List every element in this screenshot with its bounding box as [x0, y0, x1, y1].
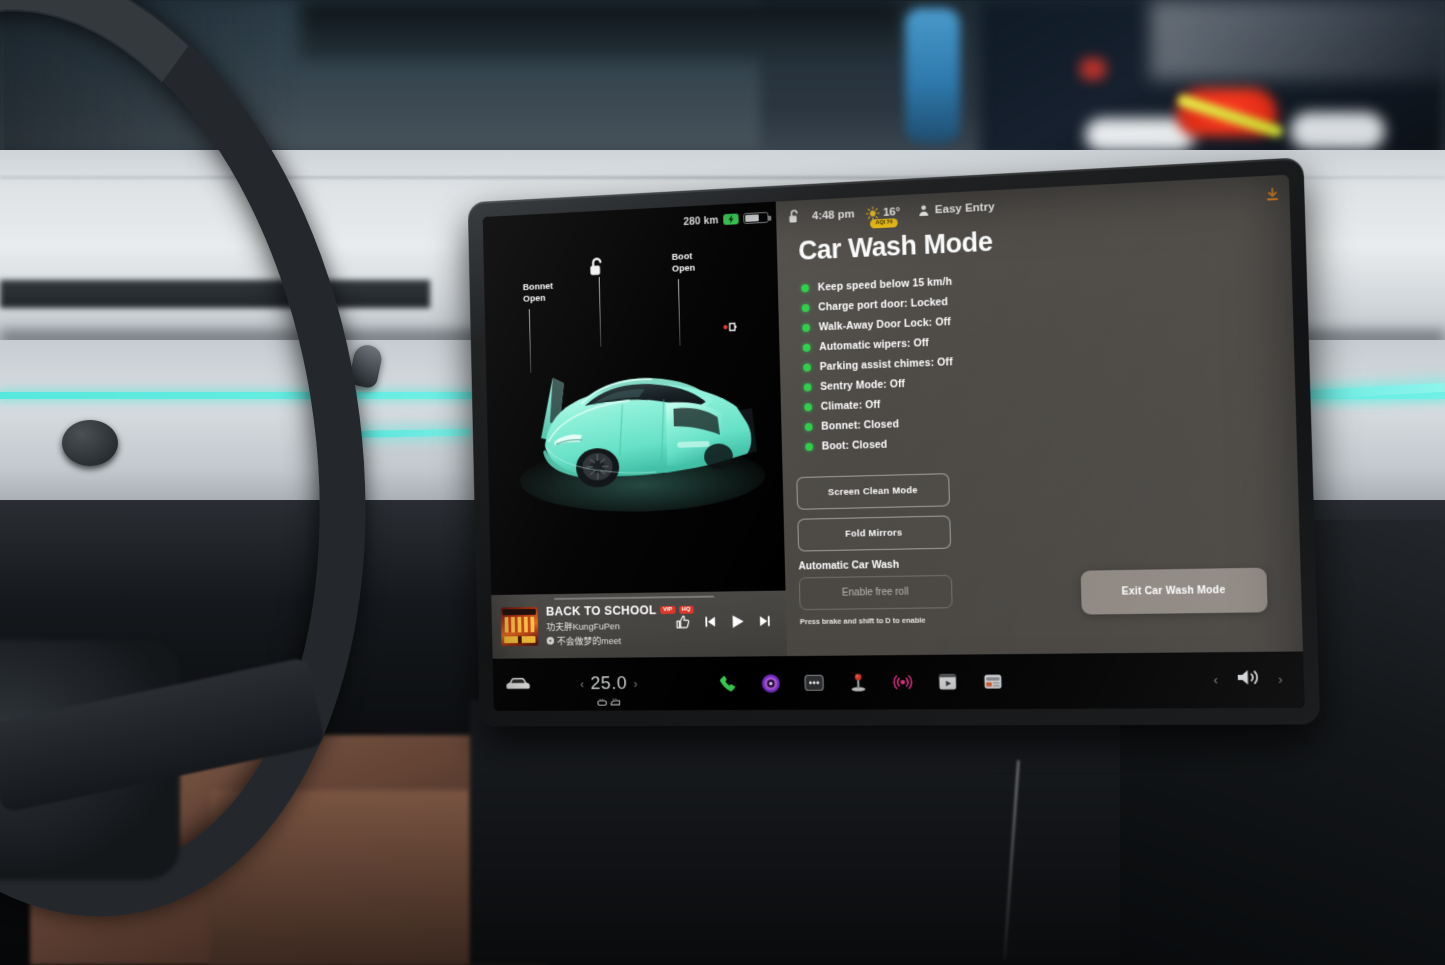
enable-free-roll-button[interactable]: Enable free roll — [799, 575, 953, 610]
driver-profile[interactable]: Easy Entry — [918, 200, 995, 217]
blurred-red-object-small — [1080, 58, 1106, 80]
status-bullet — [805, 443, 813, 451]
status-bullet — [802, 324, 810, 332]
range-value: 280 km — [683, 214, 718, 228]
bonnet-label-line2: Open — [523, 292, 553, 304]
temp-increase-button[interactable]: › — [634, 677, 638, 691]
rear-defrost-icon[interactable] — [597, 698, 608, 707]
boot-open-label: Boot Open — [672, 251, 696, 275]
track-artist: 功夫胖KungFuPen — [546, 618, 667, 633]
lock-leader-line — [599, 277, 602, 347]
aqi-badge: AQI 74 — [870, 218, 897, 229]
vehicle-status-pane: 280 km Bonnet Open Boot Open BACK TO SCH… — [483, 202, 787, 659]
car-icon[interactable] — [506, 677, 530, 693]
temperature-value[interactable]: 25.0 — [590, 673, 627, 695]
car-visualization[interactable]: Bonnet Open Boot Open — [483, 227, 785, 595]
arcade-joystick-icon[interactable] — [848, 672, 869, 693]
driver-profile-label: Easy Entry — [935, 201, 995, 216]
list-item-label: Climate: Off — [821, 399, 881, 413]
windshield-dark-area — [300, 0, 900, 60]
sun-icon — [866, 206, 880, 221]
list-item-label: Parking assist chimes: Off — [820, 356, 953, 373]
car-interior-scene: 280 km Bonnet Open Boot Open BACK TO SCH… — [0, 0, 1445, 965]
phone-icon[interactable] — [717, 673, 738, 694]
boot-leader-line — [678, 279, 681, 346]
previous-track-icon[interactable] — [702, 614, 717, 634]
outside-temperature: 16° — [883, 206, 900, 219]
media-disc-icon[interactable] — [760, 673, 781, 694]
exit-car-wash-mode-button[interactable]: Exit Car Wash Mode — [1081, 568, 1268, 615]
defrost-controls[interactable] — [597, 698, 621, 707]
account-name: 不会做梦的meet — [557, 633, 621, 647]
boot-label-line2: Open — [672, 262, 695, 274]
status-bullet — [803, 344, 811, 352]
bonnet-label-line1: Bonnet — [523, 281, 553, 293]
person-icon — [918, 204, 929, 218]
album-art — [501, 607, 539, 646]
unlock-icon[interactable] — [788, 209, 801, 224]
center-touchscreen-bezel: 280 km Bonnet Open Boot Open BACK TO SCH… — [468, 157, 1320, 726]
battery-icon — [743, 212, 768, 224]
status-bullet — [805, 423, 813, 431]
media-account: 不会做梦的meet — [546, 633, 667, 648]
list-item-label: Automatic wipers: Off — [819, 337, 929, 353]
status-bullet — [804, 403, 812, 411]
download-icon[interactable] — [1266, 188, 1279, 202]
media-metadata: BACK TO SCHOOL VIP HQ 功夫胖KungFuPen 不会做梦的… — [546, 603, 668, 647]
track-title: BACK TO SCHOOL — [546, 603, 657, 618]
bottom-app-bar: ‹ 25.0 › ‹ › — [493, 651, 1305, 710]
boot-label-line1: Boot — [672, 251, 695, 263]
list-item-label: Bonnet: Closed — [821, 418, 899, 432]
steering-wheel-scroll-button[interactable] — [62, 420, 118, 466]
blurred-white-object-2 — [1290, 112, 1385, 150]
vip-badge: VIP — [660, 606, 675, 614]
volume-icon[interactable] — [1235, 667, 1260, 692]
radio-icon[interactable] — [893, 672, 914, 693]
more-apps-icon[interactable] — [804, 672, 825, 693]
windshield-smear — [1150, 0, 1445, 80]
fold-mirrors-button[interactable]: Fold Mirrors — [797, 515, 951, 551]
car-wash-mode-pane: 4:48 pm 16° AQI 74 Easy Entry Car Wash M… — [776, 175, 1303, 657]
charging-bolt-icon — [723, 213, 739, 225]
account-avatar-icon — [547, 637, 555, 645]
bonnet-open-label: Bonnet Open — [523, 281, 554, 305]
play-icon[interactable] — [729, 613, 746, 635]
theater-video-icon[interactable] — [937, 671, 959, 692]
status-bullet — [801, 284, 809, 292]
center-console — [470, 700, 1170, 965]
volume-increase-button[interactable]: › — [1278, 672, 1283, 687]
volume-controls[interactable]: ‹ › — [1213, 667, 1289, 692]
front-defrost-icon[interactable] — [610, 698, 621, 707]
volume-decrease-button[interactable]: ‹ — [1213, 673, 1218, 688]
temp-decrease-button[interactable]: ‹ — [580, 677, 584, 691]
list-item-label: Boot: Closed — [822, 439, 888, 453]
media-player-bar[interactable]: BACK TO SCHOOL VIP HQ 功夫胖KungFuPen 不会做梦的… — [491, 591, 787, 659]
screen-clean-mode-button[interactable]: Screen Clean Mode — [796, 473, 950, 510]
status-bullet — [803, 363, 811, 371]
hq-badge: HQ — [679, 606, 693, 614]
status-bullet — [804, 383, 812, 391]
status-bullet — [802, 304, 810, 312]
list-item-label: Charge port door: Locked — [818, 296, 948, 313]
unlock-icon — [588, 257, 605, 277]
next-track-icon[interactable] — [758, 614, 773, 634]
list-item-label: Walk-Away Door Lock: Off — [819, 316, 951, 333]
clock: 4:48 pm — [812, 208, 855, 222]
center-touchscreen[interactable]: 280 km Bonnet Open Boot Open BACK TO SCH… — [483, 175, 1305, 711]
charge-port-icon — [722, 320, 738, 334]
app-launcher-icons[interactable] — [717, 671, 1004, 694]
climate-temperature-control[interactable]: ‹ 25.0 › — [580, 673, 638, 695]
free-roll-hint: Press brake and shift to D to enable — [800, 611, 1302, 626]
thumbs-up-icon[interactable] — [676, 615, 691, 635]
weather-widget[interactable]: 16° AQI 74 — [866, 205, 900, 221]
news-cards-icon[interactable] — [983, 671, 1005, 692]
car-wash-status-list: Keep speed below 15 km/h Charge port doo… — [801, 256, 1297, 457]
car-3d-render — [498, 336, 775, 515]
list-item-label: Keep speed below 15 km/h — [818, 276, 953, 294]
list-item-label: Sentry Mode: Off — [820, 378, 905, 393]
car-wash-actions: Screen Clean Mode Fold Mirrors — [796, 473, 951, 551]
blurred-blue-object — [905, 8, 960, 143]
media-controls[interactable] — [676, 613, 777, 636]
